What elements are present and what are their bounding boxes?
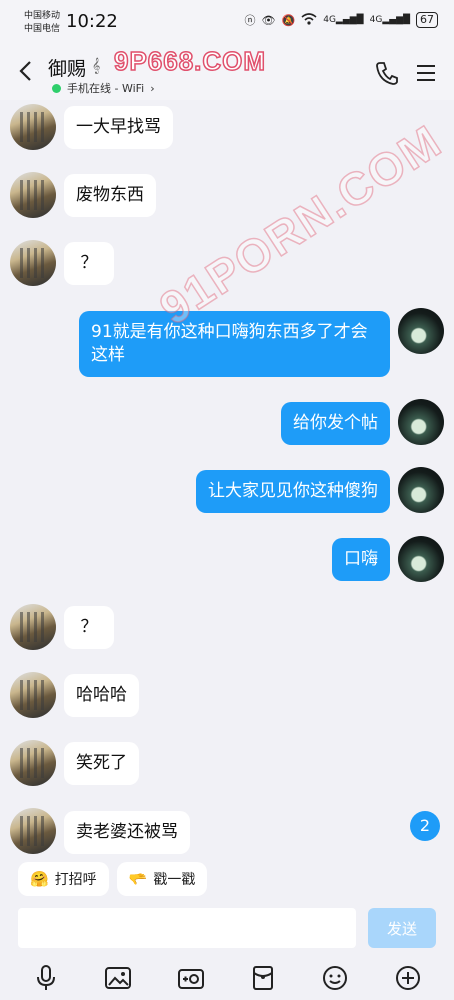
back-button[interactable] [14, 58, 40, 84]
contact-avatar[interactable] [10, 172, 56, 218]
message-bubble-incoming[interactable]: 废物东西 [64, 174, 156, 217]
presence-status[interactable]: 手机在线 - WiFi › [52, 80, 155, 96]
carrier-2: 中国电信 [24, 24, 61, 34]
chevron-right-icon: › [150, 81, 155, 95]
menu-button[interactable] [414, 62, 438, 84]
composer: 发送 [18, 908, 436, 948]
message-bubble-outgoing[interactable]: 口嗨 [332, 538, 390, 581]
carrier-info: 中国移动 中国电信 [24, 10, 60, 36]
signal-icon-1: 4G▂▄▆█ [323, 15, 364, 25]
quick-reply-label: 戳一戳 [153, 872, 196, 888]
overlay-watermark: 91PORN.COM [150, 114, 452, 336]
send-button[interactable]: 发送 [368, 908, 436, 948]
poke-emoji-icon: 🫳 [128, 870, 148, 888]
contact-name[interactable]: 御赐 [48, 54, 86, 81]
camera-button[interactable] [176, 963, 206, 993]
contact-avatar[interactable] [10, 672, 56, 718]
hamburger-icon [417, 65, 435, 81]
contact-avatar[interactable] [10, 604, 56, 650]
voice-button[interactable] [31, 963, 61, 993]
watermark-text: 9P668.COM [113, 45, 267, 77]
self-avatar[interactable] [398, 536, 444, 582]
camera-icon [177, 969, 204, 989]
red-packet-icon [253, 966, 274, 990]
signal-label-2: 4G [369, 15, 383, 25]
online-dot-icon [52, 83, 61, 93]
image-icon [105, 967, 132, 989]
message-bubble-outgoing[interactable]: 给你发个帖 [281, 402, 390, 445]
quick-reply-poke[interactable]: 🫳 戳一戳 [116, 862, 208, 896]
signal-icon-2: 4G▂▄▆█ [369, 15, 410, 25]
more-button[interactable] [393, 963, 423, 993]
contact-avatar[interactable] [10, 808, 56, 854]
carrier-1: 中国移动 [24, 11, 61, 21]
clock: 10:22 [66, 11, 118, 32]
unread-count-badge[interactable]: 2 [410, 811, 440, 841]
status-icons: ⓝ 👁 🔕 4G▂▄▆█ 4G▂▄▆█ 67 [245, 12, 438, 28]
self-avatar[interactable] [398, 308, 444, 354]
eye-icon: 👁 [261, 13, 276, 27]
quick-reply-greet[interactable]: 🤗 打招呼 [18, 862, 109, 896]
phone-icon [376, 62, 398, 85]
battery-indicator: 67 [416, 12, 438, 28]
red-packet-button[interactable] [248, 963, 278, 993]
presence-label: 手机在线 - WiFi [67, 82, 145, 95]
message-input[interactable] [18, 908, 356, 948]
chat-header: 御赐 𝄞 9P668.COM 手机在线 - WiFi › [0, 44, 454, 100]
composer-toolbar [0, 958, 454, 998]
contact-avatar[interactable] [10, 240, 56, 286]
contact-avatar[interactable] [10, 104, 56, 150]
album-button[interactable] [103, 963, 133, 993]
emoji-button[interactable] [320, 963, 350, 993]
self-avatar[interactable] [398, 467, 444, 513]
ear-icon: 𝄞 [92, 58, 101, 74]
wave-emoji-icon: 🤗 [30, 870, 49, 888]
quick-reply-label: 打招呼 [54, 872, 97, 888]
message-bubble-outgoing[interactable]: 让大家见见你这种傻狗 [196, 470, 390, 513]
status-bar: 中国移动 中国电信 10:22 ⓝ 👁 🔕 4G▂▄▆█ 4G▂▄▆█ 67 [0, 0, 454, 44]
signal-label-1: 4G [323, 15, 336, 25]
plus-icon [395, 966, 420, 990]
microphone-icon [37, 965, 56, 990]
quick-replies: 🤗 打招呼 🫳 戳一戳 [18, 862, 208, 896]
message-bubble-incoming[interactable]: 哈哈哈 [64, 674, 139, 717]
emoji-icon [323, 966, 348, 990]
contact-avatar[interactable] [10, 740, 56, 786]
call-button[interactable] [374, 60, 400, 86]
message-bubble-outgoing[interactable]: 91就是有你这种口嗨狗东西多了才会这样 [79, 311, 390, 377]
wifi-icon [301, 12, 317, 28]
mute-icon: 🔕 [281, 13, 296, 27]
message-bubble-incoming[interactable]: ？ [64, 606, 114, 649]
self-avatar[interactable] [398, 399, 444, 445]
message-bubble-incoming[interactable]: 一大早找骂 [64, 106, 173, 149]
chevron-left-icon [19, 61, 31, 81]
message-bubble-incoming[interactable]: ？ [64, 242, 114, 285]
message-bubble-incoming[interactable]: 笑死了 [64, 742, 139, 785]
nfc-icon: ⓝ [244, 14, 256, 27]
message-list[interactable]: 一大早找骂 废物东西 ？ 91就是有你这种口嗨狗东西多了才会这样 给你发个帖 让… [0, 100, 454, 856]
message-bubble-incoming[interactable]: 卖老婆还被骂 [64, 811, 190, 854]
